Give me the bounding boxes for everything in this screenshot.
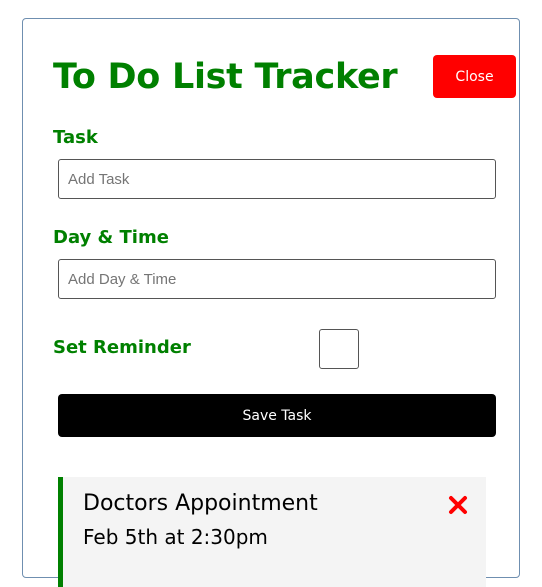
close-button[interactable]: Close — [433, 55, 516, 98]
page-title: To Do List Tracker — [53, 57, 398, 97]
set-reminder-checkbox[interactable] — [319, 329, 359, 369]
task-item[interactable]: Doctors Appointment Feb 5th at 2:30pm — [58, 477, 486, 587]
task-input[interactable] — [58, 159, 496, 199]
header: To Do List Tracker Close — [53, 55, 516, 103]
set-reminder-label: Set Reminder — [53, 337, 191, 358]
task-label: Task — [53, 127, 98, 148]
task-day-time: Feb 5th at 2:30pm — [83, 525, 268, 549]
app-container: To Do List Tracker Close Task Day & Time… — [22, 18, 520, 587]
save-task-button[interactable]: Save Task — [58, 394, 496, 437]
day-time-label: Day & Time — [53, 227, 169, 248]
day-time-input[interactable] — [58, 259, 496, 299]
task-title: Doctors Appointment — [83, 491, 318, 516]
close-x-icon[interactable] — [446, 493, 470, 517]
